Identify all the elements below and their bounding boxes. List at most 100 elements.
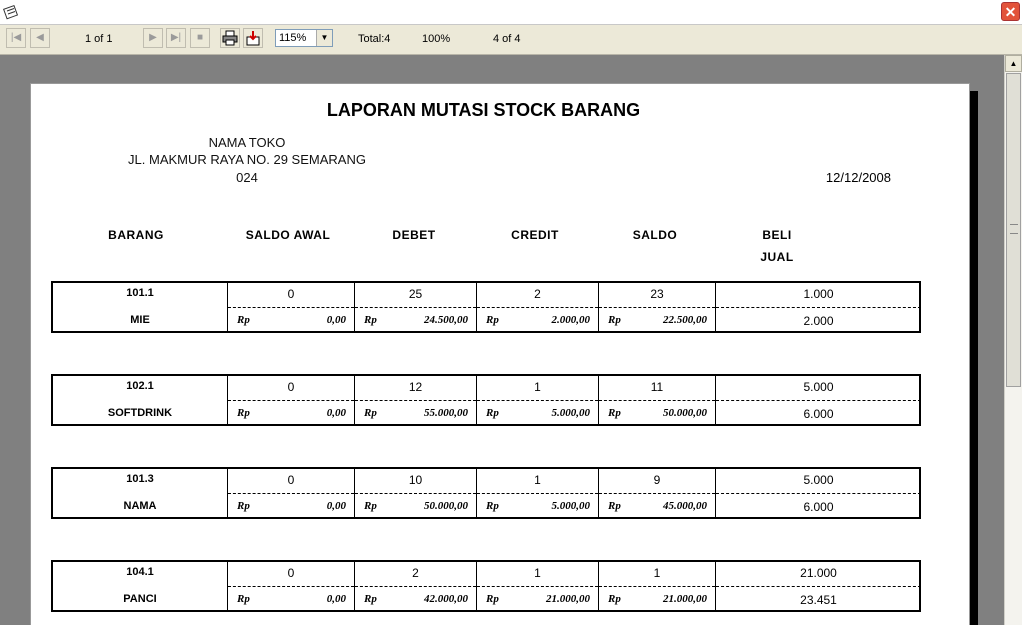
item-debet-qty: 2 (412, 566, 419, 580)
report-viewport: LAPORAN MUTASI STOCK BARANG NAMA TOKO JL… (0, 55, 1004, 625)
page-indicator: 1 of 1 (85, 33, 113, 45)
item-debet-amount: 24.500,00 (424, 314, 468, 326)
item-cell: 11 Rp 50.000,00 (598, 376, 715, 424)
header-saldo: SALDO (632, 228, 678, 242)
item-cell: 0 Rp 0,00 (227, 283, 354, 331)
dashed-divider (716, 400, 921, 401)
currency-label: Rp (608, 500, 621, 512)
item-debet-qty: 10 (408, 473, 423, 487)
dashed-divider (716, 586, 921, 587)
item-saldo-amount: 50.000,00 (663, 407, 707, 419)
item-saldo-awal-qty: 0 (287, 473, 295, 487)
report-page: LAPORAN MUTASI STOCK BARANG NAMA TOKO JL… (30, 83, 970, 625)
item-debet-amount: 50.000,00 (424, 500, 468, 512)
item-cell: 25 Rp 24.500,00 (354, 283, 476, 331)
item-debet-amount: 42.000,00 (424, 593, 468, 605)
header-debet: DEBET (392, 228, 436, 242)
currency-label: Rp (486, 593, 499, 605)
report-date: 12/12/2008 (825, 170, 891, 185)
item-jual: 2.000 (803, 314, 834, 328)
item-debet-qty: 12 (408, 380, 423, 394)
item-cell: 1 Rp 21.000,00 (476, 562, 598, 610)
item-jual: 23.451 (800, 593, 837, 607)
first-page-button[interactable]: |◀ (6, 28, 26, 48)
record-indicator: 4 of 4 (493, 33, 521, 45)
item-cell: 0 Rp 0,00 (227, 376, 354, 424)
item-cell: 1.000 2.000 (715, 283, 921, 331)
currency-label: Rp (608, 407, 621, 419)
item-jual: 6.000 (803, 500, 834, 514)
dashed-divider (477, 586, 598, 587)
item-credit-amount: 21.000,00 (546, 593, 590, 605)
dashed-divider (477, 307, 598, 308)
next-page-button[interactable]: ▶ (143, 28, 163, 48)
dashed-divider (477, 493, 598, 494)
item-credit-amount: 5.000,00 (551, 500, 591, 512)
prev-page-button[interactable]: ◀ (30, 28, 50, 48)
header-beli: BELI (762, 228, 792, 242)
report-viewer-icon (3, 4, 19, 20)
item-saldo-amount: 21.000,00 (663, 593, 707, 605)
item-saldo-awal-qty: 0 (287, 287, 295, 301)
currency-label: Rp (486, 500, 499, 512)
item-credit-qty: 2 (534, 287, 541, 301)
vertical-scrollbar[interactable]: ▲ (1004, 55, 1022, 625)
item-cell: 0 Rp 0,00 (227, 562, 354, 610)
item-saldo-awal-amount: 0,00 (326, 500, 346, 512)
item-name: PANCI (123, 593, 157, 605)
item-cell: 1 Rp 5.000,00 (476, 376, 598, 424)
item-beli: 1.000 (803, 287, 834, 301)
dashed-divider (599, 586, 715, 587)
header-barang: BARANG (108, 228, 164, 242)
item-debet-amount: 55.000,00 (424, 407, 468, 419)
print-button[interactable] (220, 28, 240, 48)
item-saldo-qty: 23 (650, 287, 664, 301)
item-saldo-qty: 11 (650, 380, 664, 394)
dashed-divider (599, 307, 715, 308)
item-saldo-awal-qty: 0 (287, 566, 295, 580)
currency-label: Rp (364, 407, 377, 419)
dashed-divider (228, 400, 354, 401)
item-saldo-qty: 9 (653, 473, 661, 487)
shop-name: NAMA TOKO (208, 135, 286, 150)
item-saldo-amount: 22.500,00 (663, 314, 707, 326)
item-saldo-awal-amount: 0,00 (326, 314, 346, 326)
item-name: NAMA (123, 500, 157, 512)
item-cell: 10 Rp 50.000,00 (354, 469, 476, 517)
item-block: 102.1 SOFTDRINK 0 Rp 0,00 12 Rp 55.000,00 1 Rp 5.0… (51, 374, 921, 426)
item-cell: 2 Rp 42.000,00 (354, 562, 476, 610)
scroll-thumb[interactable] (1006, 73, 1021, 387)
currency-label: Rp (608, 314, 621, 326)
scroll-up-icon[interactable]: ▲ (1005, 55, 1022, 72)
chevron-down-icon[interactable]: ▼ (316, 30, 332, 46)
dashed-divider (355, 493, 476, 494)
currency-label: Rp (237, 593, 250, 605)
close-button[interactable]: ✕ (1001, 2, 1020, 21)
dashed-divider (599, 493, 715, 494)
item-cell: 104.1 PANCI (53, 562, 227, 610)
header-jual: JUAL (760, 250, 794, 264)
export-icon (246, 31, 260, 46)
item-saldo-awal-qty: 0 (287, 380, 295, 394)
viewer-toolbar: |◀ ◀ 1 of 1 ▶ ▶| ■ 115% ▼ Total:4 100% 4… (0, 25, 1022, 55)
dashed-divider (355, 400, 476, 401)
item-saldo-awal-amount: 0,00 (326, 407, 346, 419)
item-name: SOFTDRINK (107, 407, 173, 419)
item-block: 101.1 MIE 0 Rp 0,00 25 Rp 24.500,00 2 Rp 2.000,00 2… (51, 281, 921, 333)
zoom-select[interactable]: 115% ▼ (275, 29, 333, 47)
currency-label: Rp (486, 407, 499, 419)
item-cell: 102.1 SOFTDRINK (53, 376, 227, 424)
stop-button[interactable]: ■ (190, 28, 210, 48)
export-button[interactable] (243, 28, 263, 48)
last-page-button[interactable]: ▶| (166, 28, 186, 48)
item-saldo-awal-amount: 0,00 (326, 593, 346, 605)
item-name: MIE (130, 314, 150, 326)
item-cell: 101.3 NAMA (53, 469, 227, 517)
currency-label: Rp (364, 500, 377, 512)
item-saldo-qty: 1 (653, 566, 661, 580)
currency-label: Rp (237, 500, 250, 512)
currency-label: Rp (237, 407, 250, 419)
shop-address: JL. MAKMUR RAYA NO. 29 SEMARANG (128, 152, 366, 167)
currency-label: Rp (486, 314, 499, 326)
item-cell: 0 Rp 0,00 (227, 469, 354, 517)
